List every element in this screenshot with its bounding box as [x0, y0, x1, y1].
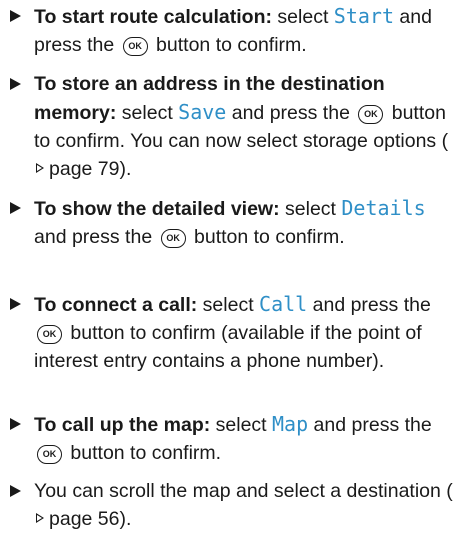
page-reference: page 79: [49, 158, 120, 180]
step-text: To connect a call: select Call and press…: [34, 292, 431, 372]
step-heading: To start route calculation:: [34, 6, 272, 28]
step-heading: To connect a call:: [34, 294, 198, 316]
ok-button-icon: OK: [37, 325, 62, 344]
page-reference-icon: [36, 163, 44, 173]
menu-item-details: Details: [341, 196, 426, 220]
ok-button-icon: OK: [37, 445, 62, 464]
menu-item-start: Start: [333, 4, 394, 28]
step-call-up-map: To call up the map: select Map and press…: [10, 410, 458, 467]
step-text: You can scroll the map and select a dest…: [34, 480, 453, 530]
bullet-arrow-icon: [10, 10, 21, 22]
page-reference-icon: [36, 513, 44, 523]
step-text: To start route calculation: select Start…: [34, 4, 432, 56]
page-reference: page 56: [49, 508, 120, 530]
instruction-page: To start route calculation: select Start…: [0, 0, 463, 539]
step-heading: To show the detailed view:: [34, 198, 280, 220]
bullet-arrow-icon: [10, 485, 21, 497]
ok-button-icon: OK: [358, 105, 384, 124]
step-text: To call up the map: select Map and press…: [34, 412, 432, 464]
bullet-arrow-icon: [10, 298, 21, 310]
ok-button-icon: OK: [160, 229, 186, 248]
step-text: To store an address in the destination m…: [34, 73, 449, 180]
step-scroll-map: You can scroll the map and select a dest…: [10, 477, 458, 533]
step-connect-call: To connect a call: select Call and press…: [10, 290, 458, 375]
bullet-arrow-icon: [10, 418, 21, 430]
step-start-route: To start route calculation: select Start…: [10, 2, 458, 59]
step-detailed-view: To show the detailed view: select Detail…: [10, 194, 458, 251]
bullet-arrow-icon: [10, 78, 21, 90]
ok-button-icon: OK: [122, 37, 148, 56]
step-heading: To call up the map:: [34, 414, 211, 436]
menu-item-call: Call: [259, 292, 308, 316]
step-text: To show the detailed view: select Detail…: [34, 196, 426, 248]
menu-item-map: Map: [272, 412, 309, 436]
step-save-address: To store an address in the destination m…: [10, 70, 458, 183]
menu-item-save: Save: [178, 100, 227, 124]
bullet-arrow-icon: [10, 202, 21, 214]
